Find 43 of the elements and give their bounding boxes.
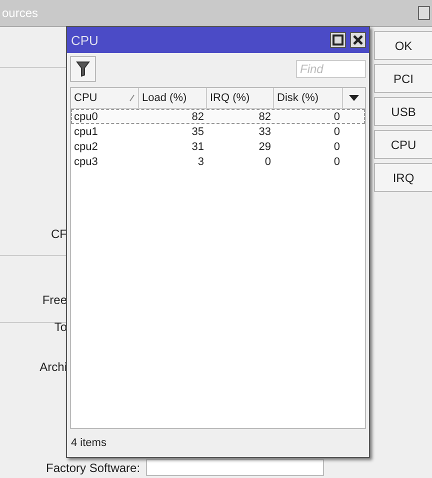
table-cell-text: 29 xyxy=(258,140,272,152)
field-label: CF xyxy=(51,227,67,241)
table-cell-text: cpu2 xyxy=(73,140,99,152)
search-field[interactable]: Find xyxy=(296,60,366,78)
table-cell-text: 0 xyxy=(332,140,341,152)
column-header[interactable]: CPU xyxy=(71,88,139,108)
field-label: Archi xyxy=(40,360,67,374)
close-icon[interactable] xyxy=(350,32,366,48)
table-row[interactable]: cpu3 3 0 0 xyxy=(71,154,365,169)
filter-icon xyxy=(76,61,90,77)
side-button[interactable]: CPU xyxy=(374,130,432,159)
table-cell-text: 3 xyxy=(196,156,205,168)
table-cell-text: cpu0 xyxy=(73,110,99,122)
field-label: Factory Software: xyxy=(46,460,140,474)
table-cell-text: 31 xyxy=(190,140,205,152)
table-cell-text: 0 xyxy=(332,126,341,138)
table-row[interactable]: cpu1 35 33 0 xyxy=(71,124,365,139)
table-cell-text: 33 xyxy=(258,126,272,138)
side-button[interactable]: OK xyxy=(374,31,432,60)
table-row[interactable]: cpu2 31 29 0 xyxy=(71,139,365,154)
table-cell-text: 82 xyxy=(258,110,272,122)
side-button[interactable]: IRQ xyxy=(374,163,432,192)
table-cell-text: cpu3 xyxy=(73,156,99,168)
table-cell-text: 0 xyxy=(332,156,341,168)
column-header[interactable]: IRQ (%) xyxy=(207,88,274,108)
table-row[interactable]: cpu0 82 82 0 xyxy=(71,109,365,124)
dropdown-icon xyxy=(349,95,359,101)
input-field[interactable] xyxy=(146,459,324,476)
status-text: 4 items xyxy=(70,436,108,451)
maximize-icon[interactable] xyxy=(330,32,346,48)
column-header[interactable]: Load (%) xyxy=(139,88,207,108)
table-cell-text: cpu1 xyxy=(73,126,99,138)
sort-icon xyxy=(129,94,135,102)
table-cell-text: 35 xyxy=(190,126,205,138)
column-header[interactable]: Disk (%) xyxy=(274,88,343,108)
side-button[interactable]: USB xyxy=(374,97,432,126)
table-cell-text: 0 xyxy=(264,156,272,168)
table-cell-text: 82 xyxy=(190,110,205,122)
side-button[interactable]: PCI xyxy=(374,64,432,93)
field-label: Free xyxy=(42,293,67,307)
filter-button[interactable] xyxy=(70,56,96,82)
window-title: CPU xyxy=(71,32,98,48)
table-cell-text: 0 xyxy=(332,110,341,122)
